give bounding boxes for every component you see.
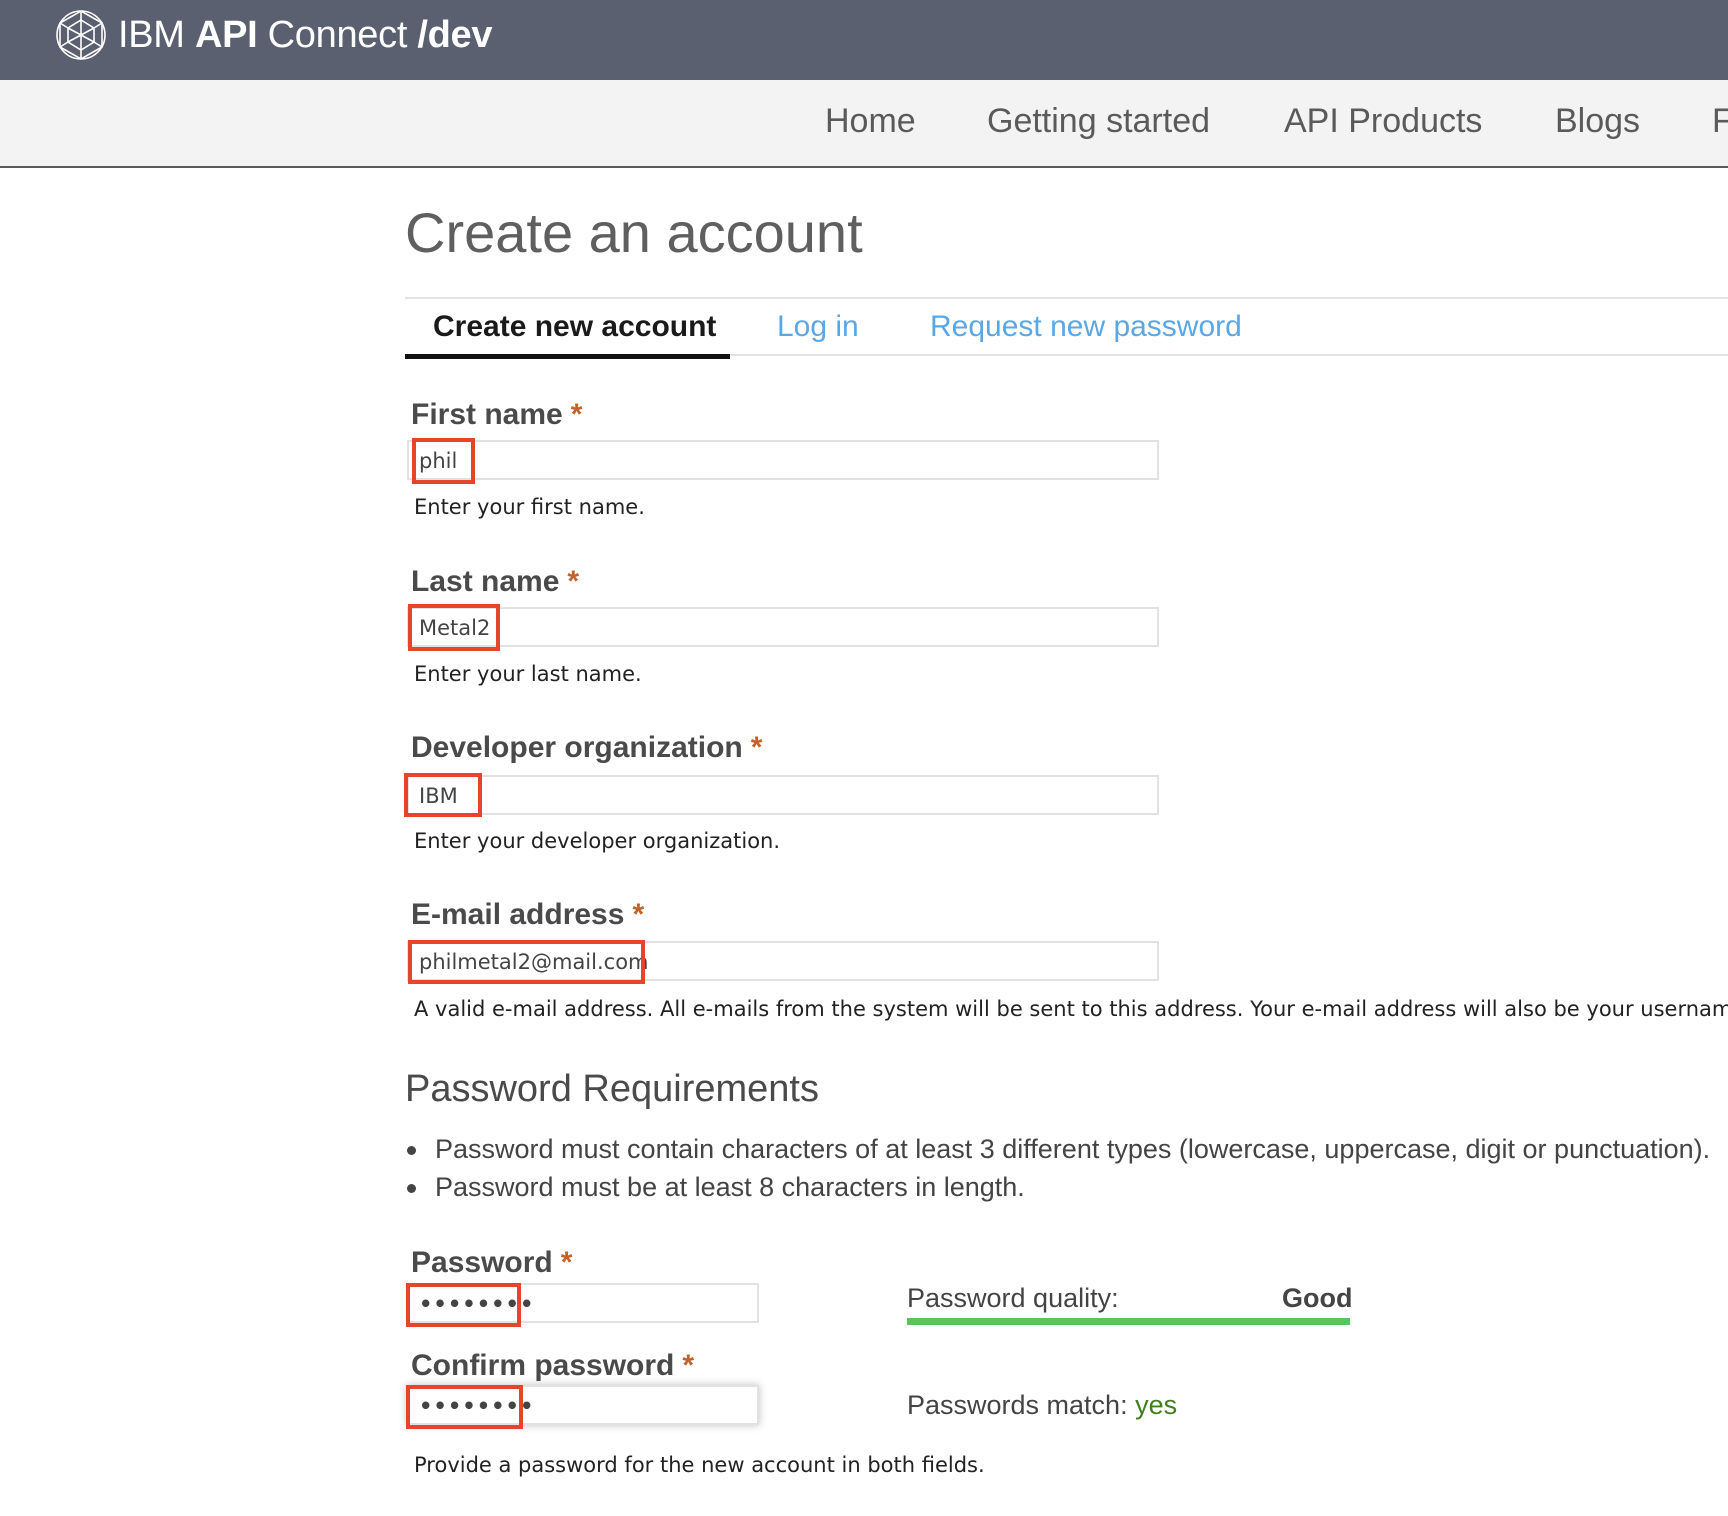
required-marker: * <box>567 565 580 598</box>
email-input[interactable]: philmetal2@mail.com <box>407 941 1159 981</box>
ibm-api-connect-sphere-icon[interactable] <box>54 8 108 62</box>
first-name-help: Enter your first name. <box>414 495 645 519</box>
tab-request-new-password[interactable]: Request new password <box>930 310 1242 344</box>
passwords-match-value: yes <box>1135 1390 1178 1420</box>
page-title: Create an account <box>405 201 863 264</box>
brand-bold: API <box>194 14 258 56</box>
password-quality-fill <box>907 1318 1350 1325</box>
password-quality-bar <box>907 1318 1350 1325</box>
main-nav: Home Getting started API Products Blogs … <box>0 80 1728 168</box>
password-quality-label: Password quality: <box>907 1283 1119 1313</box>
organization-label: Developer organization * <box>411 731 762 765</box>
email-label: E-mail address * <box>411 898 644 932</box>
first-name-label-text: First name <box>411 398 563 431</box>
active-tab-indicator <box>405 354 730 359</box>
required-marker: * <box>570 398 583 431</box>
tab-log-in[interactable]: Log in <box>777 310 859 344</box>
first-name-label: First name * <box>411 398 582 432</box>
list-item: Password must be at least 8 characters i… <box>405 1168 1710 1206</box>
tab-create-new-account[interactable]: Create new account <box>433 310 716 344</box>
passwords-match-label: Passwords match: <box>907 1390 1128 1420</box>
required-marker: * <box>750 731 763 764</box>
password-label-text: Password <box>411 1246 553 1279</box>
nav-api-products[interactable]: API Products <box>1284 102 1482 141</box>
email-label-text: E-mail address <box>411 898 625 931</box>
first-name-input[interactable]: phil <box>407 440 1159 480</box>
password-input[interactable]: •••••••• <box>407 1283 759 1323</box>
nav-getting-started[interactable]: Getting started <box>987 102 1210 141</box>
last-name-help: Enter your last name. <box>414 662 642 686</box>
required-marker: * <box>632 898 645 931</box>
nav-blogs[interactable]: Blogs <box>1555 102 1640 141</box>
password-help: Provide a password for the new account i… <box>414 1453 985 1477</box>
brand-title[interactable]: IBM API Connect /dev <box>118 12 493 58</box>
passwords-match-status: Passwords match: yes <box>907 1390 1177 1421</box>
brand-path: /dev <box>417 14 493 56</box>
brand-prefix: IBM <box>118 14 185 56</box>
list-item: Password must contain characters of at l… <box>405 1130 1710 1168</box>
confirm-password-input[interactable]: •••••••• <box>407 1385 759 1425</box>
organization-label-text: Developer organization <box>411 731 743 764</box>
password-label: Password * <box>411 1246 572 1280</box>
tabs-divider-top <box>405 297 1728 299</box>
last-name-label-text: Last name <box>411 565 560 598</box>
last-name-input[interactable]: Metal2 <box>407 607 1159 647</box>
email-help: A valid e-mail address. All e-mails from… <box>414 997 1728 1021</box>
password-requirements-title: Password Requirements <box>405 1068 819 1110</box>
confirm-password-label: Confirm password * <box>411 1349 694 1383</box>
nav-home[interactable]: Home <box>825 102 916 141</box>
organization-help: Enter your developer organization. <box>414 829 781 853</box>
required-marker: * <box>560 1246 573 1279</box>
confirm-password-label-text: Confirm password <box>411 1349 675 1382</box>
brand-mid: Connect <box>267 14 408 56</box>
top-bar: IBM API Connect /dev <box>0 0 1728 80</box>
last-name-label: Last name * <box>411 565 579 599</box>
required-marker: * <box>682 1349 695 1382</box>
password-requirements-list: Password must contain characters of at l… <box>405 1130 1710 1206</box>
organization-input[interactable]: IBM <box>407 775 1159 815</box>
password-quality-value: Good <box>1282 1283 1353 1313</box>
nav-more-truncated[interactable]: F <box>1712 102 1728 141</box>
